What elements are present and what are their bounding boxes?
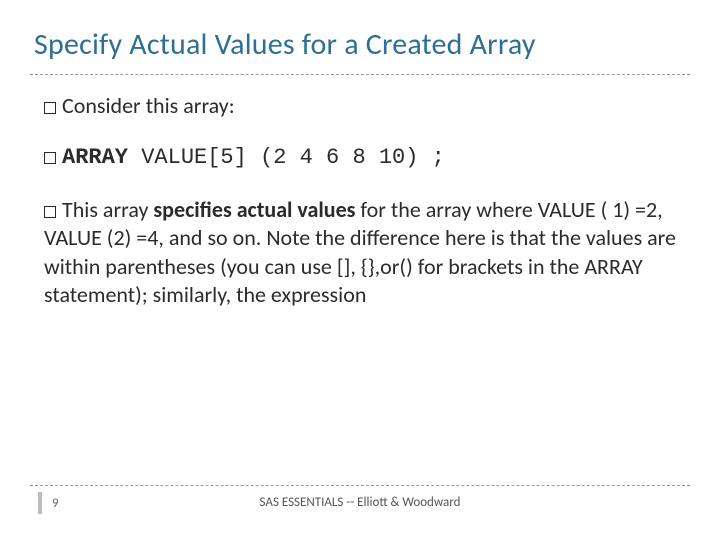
bullet-code: ARRAY VALUE[5] (2 4 6 8 10) ; [44,144,676,172]
bullet-icon [44,206,56,218]
bullet-intro: Consider this array: [44,92,676,120]
bullet-explain: This array specifies actual values for t… [44,196,676,309]
title-divider [30,74,690,75]
footer-credit: SAS ESSENTIALS -- Elliott & Woodward [0,495,720,510]
slide: Specify Actual Values for a Created Arra… [0,0,720,540]
code-keyword: ARRAY [62,145,128,170]
explain-bold: specifies actual values [153,196,355,223]
slide-title: Specify Actual Values for a Created Arra… [34,26,686,63]
footer-divider [30,485,690,486]
code-rest: VALUE[5] (2 4 6 8 10) ; [128,145,445,170]
bullet-icon [44,102,56,114]
slide-body: Consider this array: ARRAY VALUE[5] (2 4… [44,92,676,333]
intro-text: Consider this array: [62,92,235,119]
bullet-icon [44,152,56,164]
explain-lead: This array [62,196,153,223]
